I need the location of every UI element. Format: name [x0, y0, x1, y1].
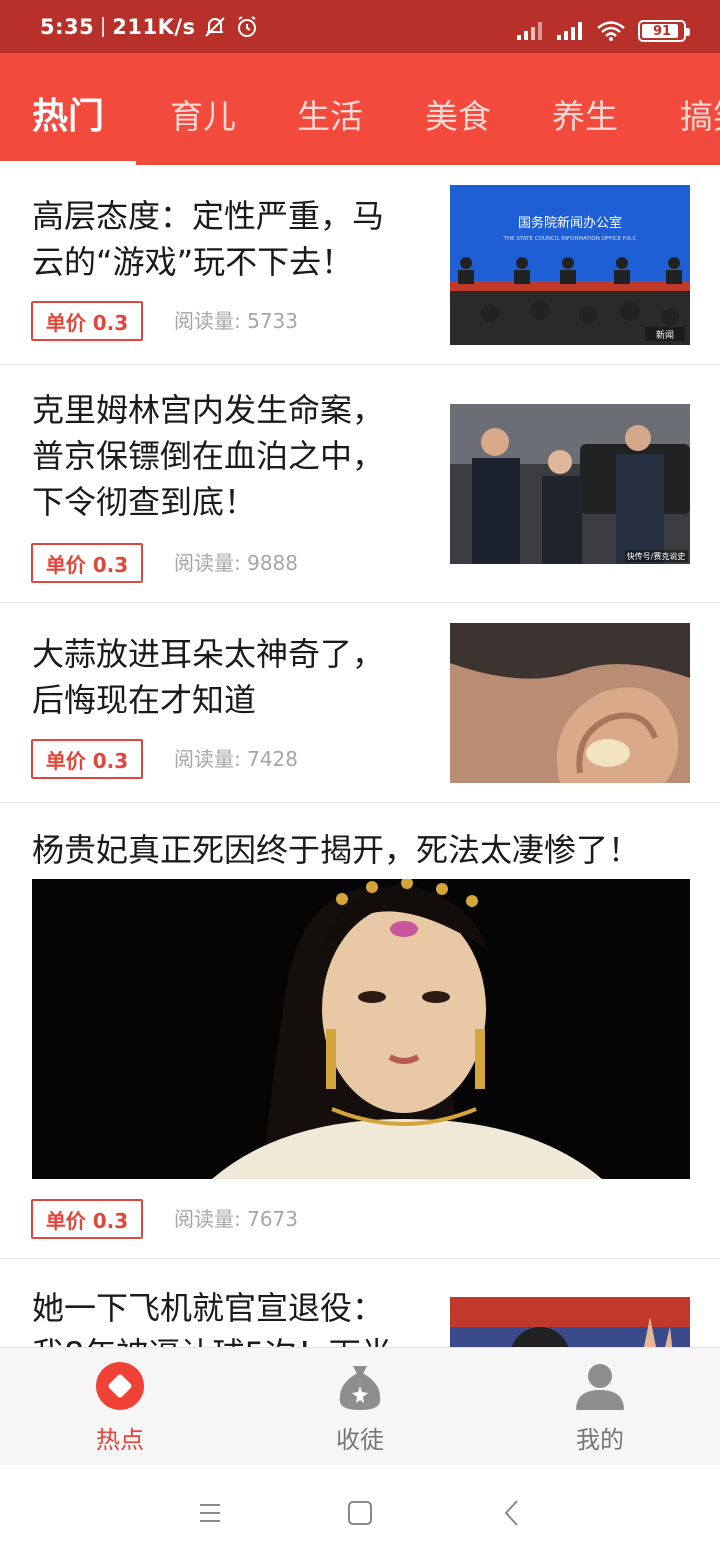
- kremlin-photo-image: 快传号/赛克说史: [450, 404, 690, 564]
- image-caption: 国务院新闻办公室: [518, 215, 622, 231]
- mute-bell-icon: [204, 17, 225, 37]
- read-count: 阅读量: 9888: [174, 551, 298, 575]
- article-thumbnail[interactable]: [450, 1297, 690, 1347]
- article-feed[interactable]: 高层态度：定性严重，马 云的“游戏”玩不下去！ 单价 0.3 阅读量: 5733…: [0, 165, 720, 1347]
- price-badge: 单价 0.3: [31, 1199, 143, 1239]
- image-watermark: 新闻: [656, 329, 674, 341]
- nav-profile[interactable]: 我的: [480, 1348, 720, 1466]
- tab-health[interactable]: 养生: [552, 53, 618, 165]
- title-line: 高层态度：定性严重，马: [32, 197, 385, 235]
- article-item[interactable]: 杨贵妃真正死因终于揭开，死法太凄惨了！ 单价 0.3 阅读量: 7673: [0, 803, 720, 1259]
- wifi-icon: [597, 21, 625, 41]
- article-title[interactable]: 她一下飞机就官宣退役： 我8年被逼让球5次！下半: [32, 1285, 393, 1347]
- title-line: 大蒜放进耳朵太神奇了，: [32, 635, 385, 673]
- nav-recruit[interactable]: 收徒: [240, 1348, 480, 1466]
- price-badge: 单价 0.3: [31, 739, 143, 779]
- price-badge: 单价 0.3: [31, 543, 143, 583]
- article-title[interactable]: 大蒜放进耳朵太神奇了， 后悔现在才知道: [32, 631, 384, 723]
- status-bar: 5:35 211K/s 91: [0, 0, 720, 53]
- title-line: 杨贵妃真正死因终于揭开，死法太凄惨了！: [32, 831, 641, 869]
- article-thumbnail[interactable]: 快传号/赛克说史: [450, 404, 690, 564]
- image-watermark: 快传号/赛克说史: [627, 551, 686, 561]
- tab-food[interactable]: 美食: [425, 53, 491, 165]
- tab-hot[interactable]: 热门: [32, 53, 104, 165]
- read-count: 阅读量: 7428: [174, 747, 298, 771]
- tab-life[interactable]: 生活: [297, 53, 363, 165]
- article-title[interactable]: 高层态度：定性严重，马 云的“游戏”玩不下去！: [32, 193, 384, 285]
- article-item[interactable]: 大蒜放进耳朵太神奇了， 后悔现在才知道 单价 0.3 阅读量: 7428: [0, 603, 720, 803]
- status-left: 5:35 211K/s: [40, 14, 260, 40]
- title-line: 下令彻查到底！: [32, 483, 257, 521]
- system-navigation-bar: [0, 1465, 720, 1560]
- article-title[interactable]: 杨贵妃真正死因终于揭开，死法太凄惨了！: [32, 827, 640, 873]
- network-speed: 211K/s: [112, 15, 196, 39]
- read-count: 阅读量: 7673: [174, 1207, 298, 1231]
- article-title[interactable]: 克里姆林宫内发生命案， 普京保镖倒在血泊之中， 下令彻查到底！: [32, 387, 384, 525]
- hotspot-icon: [96, 1362, 144, 1410]
- article-thumbnail[interactable]: [450, 623, 690, 783]
- tab-funny[interactable]: 搞笑: [680, 53, 720, 165]
- title-line: 克里姆林宫内发生命案，: [32, 391, 385, 429]
- status-icons: 91: [516, 18, 690, 44]
- alarm-icon: [237, 16, 256, 37]
- article-thumbnail[interactable]: 国务院新闻办公室 THE STATE COUNCIL INFORMATION O…: [450, 185, 690, 345]
- status-separator: [102, 17, 105, 37]
- athlete-image: [450, 1297, 690, 1347]
- home-icon[interactable]: [340, 1493, 380, 1533]
- menu-icon[interactable]: [190, 1493, 230, 1533]
- signal-icon: [557, 22, 582, 40]
- tab-parenting[interactable]: 育儿: [170, 53, 236, 165]
- status-time: 5:35: [40, 15, 95, 39]
- ear-garlic-image: [450, 623, 690, 783]
- battery-level: 91: [652, 23, 672, 39]
- user-icon: [576, 1364, 624, 1410]
- title-line: 云的“游戏”玩不下去！: [32, 243, 354, 281]
- signal-icon: [517, 22, 542, 40]
- article-item[interactable]: 高层态度：定性严重，马 云的“游戏”玩不下去！ 单价 0.3 阅读量: 5733…: [0, 165, 720, 365]
- price-badge: 单价 0.3: [31, 301, 143, 341]
- title-line: 普京保镖倒在血泊之中，: [32, 437, 385, 475]
- battery-icon: 91: [638, 20, 690, 42]
- article-item[interactable]: 克里姆林宫内发生命案， 普京保镖倒在血泊之中， 下令彻查到底！ 单价 0.3 阅…: [0, 365, 720, 603]
- article-large-image[interactable]: [32, 879, 690, 1179]
- title-line: 她一下飞机就官宣退役：: [32, 1289, 385, 1327]
- title-line: 我8年被逼让球5次！下半: [32, 1331, 393, 1347]
- press-conference-image: 国务院新闻办公室 THE STATE COUNCIL INFORMATION O…: [450, 185, 690, 345]
- title-line: 后悔现在才知道: [32, 681, 257, 719]
- nav-label-profile: 我的: [576, 1426, 624, 1454]
- back-icon[interactable]: [492, 1493, 532, 1533]
- nav-label-hotspot: 热点: [96, 1426, 144, 1454]
- money-bag-icon: [339, 1366, 381, 1410]
- read-count: 阅读量: 5733: [174, 309, 298, 333]
- portrait-image: [32, 879, 690, 1179]
- nav-label-recruit: 收徒: [336, 1426, 384, 1454]
- nav-hotspot[interactable]: 热点: [0, 1348, 240, 1466]
- article-item[interactable]: 她一下飞机就官宣退役： 我8年被逼让球5次！下半: [0, 1259, 720, 1347]
- image-caption-en: THE STATE COUNCIL INFORMATION OFFICE P.R…: [503, 236, 637, 242]
- category-tab-bar: 热门 育儿 生活 美食 养生 搞笑: [0, 53, 720, 165]
- bottom-navigation: 热点 收徒 我的: [0, 1347, 720, 1465]
